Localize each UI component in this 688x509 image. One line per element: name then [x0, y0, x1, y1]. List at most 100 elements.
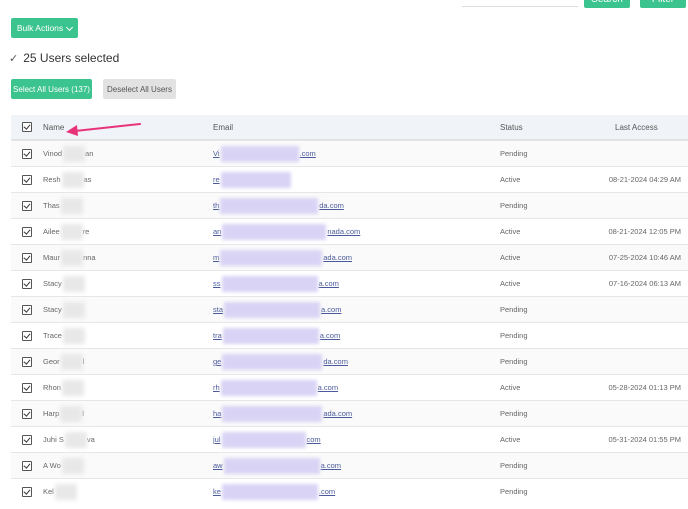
row-checkbox[interactable]: [22, 401, 32, 426]
row-checkbox[interactable]: [22, 323, 32, 348]
user-email[interactable]: sta a.com: [213, 297, 341, 322]
email-link-start[interactable]: tra: [213, 331, 222, 340]
email-link-start[interactable]: rh: [213, 383, 220, 392]
user-email[interactable]: Vi .com: [213, 141, 316, 166]
email-link-start[interactable]: m: [213, 253, 219, 262]
table-row[interactable]: Rhon rh a.com Active 05-28-2024 01:13 PM: [11, 374, 688, 400]
email-link-start[interactable]: Vi: [213, 149, 220, 158]
select-all-users-button[interactable]: Select All Users (137): [11, 79, 92, 99]
email-link-start[interactable]: ss: [213, 279, 221, 288]
email-link-end[interactable]: da.com: [323, 357, 348, 366]
email-link-end[interactable]: .com: [319, 487, 335, 496]
row-checkbox[interactable]: [22, 479, 32, 504]
email-link-end[interactable]: ada.com: [323, 253, 352, 262]
user-email[interactable]: an nada.com: [213, 219, 360, 244]
redacted-name: [60, 223, 83, 240]
table-row[interactable]: Juhi S va jul com Active 05-31-2024 01:55 PM: [11, 426, 688, 452]
row-checkbox[interactable]: [22, 349, 32, 374]
table-row[interactable]: Vinod an Vi .com Pending: [11, 140, 688, 166]
table-row[interactable]: Geor l ge da.com Pending: [11, 348, 688, 374]
user-status: Pending: [500, 357, 528, 366]
row-checkbox[interactable]: [22, 167, 32, 192]
redacted-email: [224, 301, 321, 318]
email-link-start[interactable]: aw: [213, 461, 223, 470]
user-name-start: Trace: [43, 331, 62, 340]
email-link-end[interactable]: .com: [300, 149, 316, 158]
column-header-last-access[interactable]: Last Access: [615, 115, 658, 139]
user-name-start: Kel: [43, 487, 54, 496]
search-button[interactable]: Search: [584, 0, 630, 8]
user-email[interactable]: rh a.com: [213, 375, 338, 400]
email-link-end[interactable]: a.com: [320, 331, 340, 340]
email-link-start[interactable]: ha: [213, 409, 221, 418]
email-link-start[interactable]: an: [213, 227, 221, 236]
selection-summary: ✓ 25 Users selected: [9, 51, 119, 65]
email-link-end[interactable]: a.com: [321, 461, 341, 470]
user-email[interactable]: ha ada.com: [213, 401, 352, 426]
row-checkbox[interactable]: [22, 245, 32, 270]
users-table: Name Email Status Last Access Vinod an Vi.…: [11, 115, 688, 504]
email-link-end[interactable]: da.com: [319, 201, 344, 210]
user-email[interactable]: aw a.com: [213, 453, 341, 478]
email-link-end[interactable]: nada.com: [327, 227, 360, 236]
table-row[interactable]: Maur nna m ada.com Active 07-25-2024 10:46 AM: [11, 244, 688, 270]
table-row[interactable]: Trace tra a.com Pending: [11, 322, 688, 348]
email-link-end[interactable]: ada.com: [323, 409, 352, 418]
redacted-name: [60, 405, 83, 422]
column-header-name[interactable]: Name: [43, 115, 64, 139]
checkbox-checked-icon: [22, 122, 32, 132]
user-name: Ailee re: [43, 219, 89, 244]
email-link-start[interactable]: th: [213, 201, 219, 210]
user-email[interactable]: th da.com: [213, 193, 344, 218]
filter-button[interactable]: Filter: [640, 0, 686, 8]
email-link-start[interactable]: re: [213, 175, 220, 184]
user-email[interactable]: re: [213, 167, 292, 192]
user-last-access: [615, 323, 681, 348]
row-checkbox[interactable]: [22, 193, 32, 218]
deselect-all-users-button[interactable]: Deselect All Users: [103, 79, 176, 99]
table-row[interactable]: Harp l ha ada.com Pending: [11, 400, 688, 426]
redacted-email: [220, 197, 319, 214]
row-checkbox[interactable]: [22, 427, 32, 452]
table-row[interactable]: Stacy ss a.com Active 07-16-2024 06:13 AM: [11, 270, 688, 296]
email-link-start[interactable]: ke: [213, 487, 221, 496]
redacted-name: [63, 145, 86, 162]
email-link-start[interactable]: ge: [213, 357, 221, 366]
row-checkbox[interactable]: [22, 219, 32, 244]
row-checkbox[interactable]: [22, 271, 32, 296]
table-row[interactable]: Resh as re Active 08-21-2024 04:29 AM: [11, 166, 688, 192]
table-row[interactable]: A Wo aw a.com Pending: [11, 452, 688, 478]
redacted-name: [62, 327, 85, 344]
email-link-start[interactable]: jul: [213, 435, 221, 444]
user-email[interactable]: jul com: [213, 427, 321, 452]
user-email[interactable]: ge da.com: [213, 349, 348, 374]
column-header-status[interactable]: Status: [500, 115, 523, 139]
user-email[interactable]: ss a.com: [213, 271, 339, 296]
user-status: Pending: [500, 201, 528, 210]
user-email[interactable]: m ada.com: [213, 245, 352, 270]
row-checkbox[interactable]: [22, 297, 32, 322]
redacted-email: [221, 483, 318, 500]
user-last-access: [615, 401, 681, 426]
row-checkbox[interactable]: [22, 375, 32, 400]
user-name-end: nna: [83, 253, 96, 262]
table-row[interactable]: Thas th da.com Pending: [11, 192, 688, 218]
table-row[interactable]: Stacy sta a.com Pending: [11, 296, 688, 322]
select-all-checkbox[interactable]: [22, 115, 32, 139]
redacted-email: [221, 275, 318, 292]
email-link-end[interactable]: a.com: [321, 305, 341, 314]
search-input[interactable]: [462, 0, 578, 7]
column-header-email[interactable]: Email: [213, 115, 233, 139]
table-row[interactable]: Ailee re an nada.com Active 08-21-2024 12:05 …: [11, 218, 688, 244]
table-row[interactable]: Kel ke .com Pending: [11, 478, 688, 504]
email-link-start[interactable]: sta: [213, 305, 223, 314]
user-status: Active: [500, 383, 521, 392]
bulk-actions-button[interactable]: Bulk Actions: [11, 18, 78, 38]
email-link-end[interactable]: com: [307, 435, 321, 444]
user-email[interactable]: ke .com: [213, 479, 335, 504]
email-link-end[interactable]: a.com: [319, 279, 339, 288]
email-link-end[interactable]: a.com: [318, 383, 338, 392]
row-checkbox[interactable]: [22, 453, 32, 478]
row-checkbox[interactable]: [22, 141, 32, 166]
user-email[interactable]: tra a.com: [213, 323, 340, 348]
